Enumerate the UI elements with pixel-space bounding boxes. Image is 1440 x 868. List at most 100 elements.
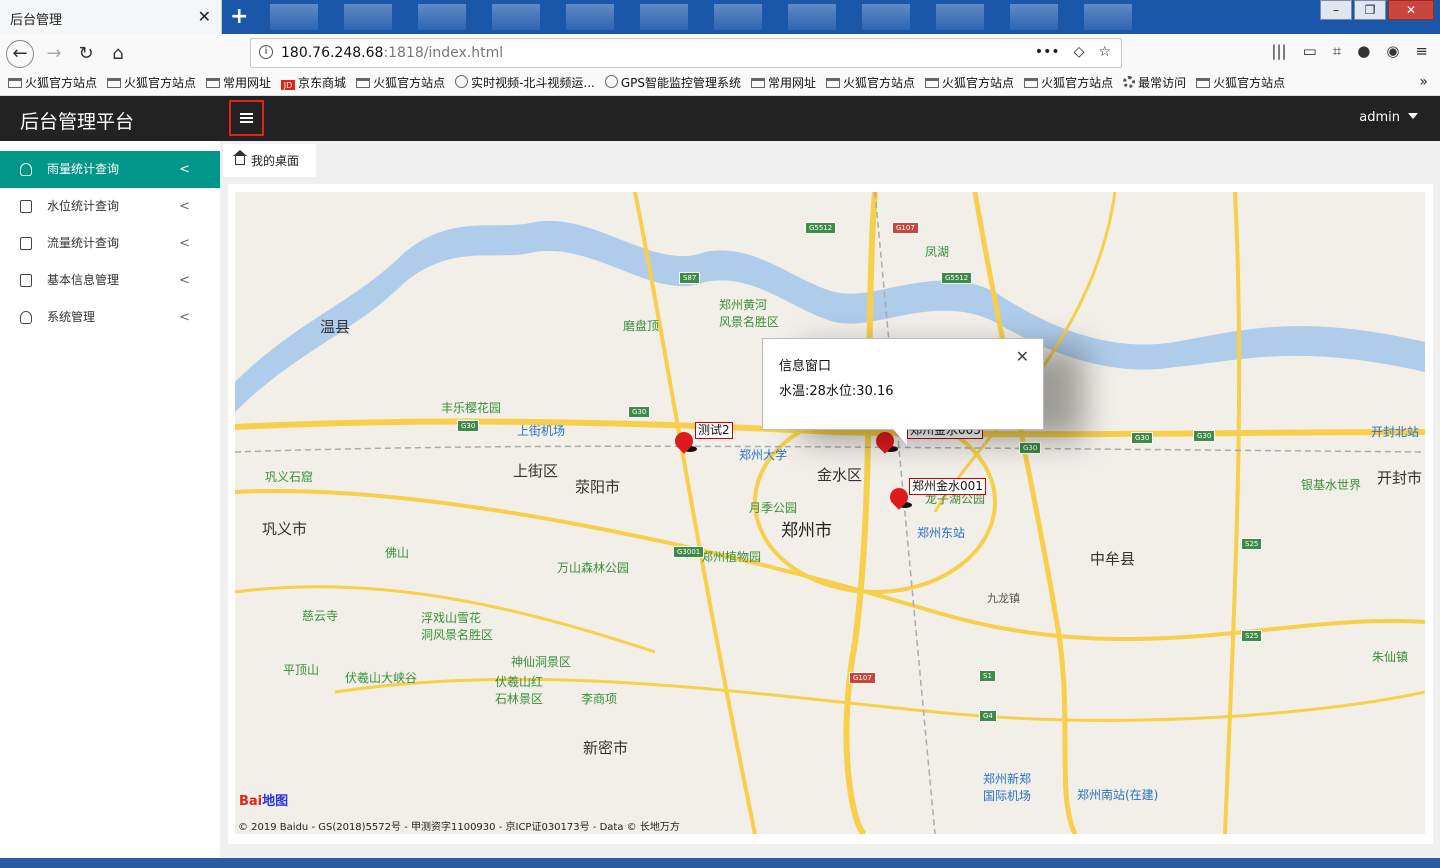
- bookmark-label: 最常访问: [1138, 76, 1187, 90]
- map-label-city: 新密市: [583, 739, 629, 757]
- map-marker[interactable]: [886, 484, 912, 510]
- map-poi: 郑州黄河 风景名胜区: [719, 298, 780, 329]
- map-poi: 浮戏山雪花 洞风景名胜区: [421, 611, 494, 642]
- menu-toggle-button[interactable]: [229, 100, 264, 136]
- sidebar-item[interactable]: 系统管理 <: [0, 299, 220, 336]
- map-poi: 月季公园: [749, 501, 798, 515]
- map-poi: 郑州大学: [739, 448, 788, 462]
- hamburger-menu-icon[interactable]: ≡: [1415, 42, 1428, 60]
- background-tab[interactable]: [1084, 4, 1132, 30]
- bookmark-item[interactable]: 火狐官方站点: [1024, 72, 1113, 94]
- document-icon: [20, 200, 32, 213]
- chevron-left-icon: <: [179, 162, 190, 177]
- sidebar-toggle-icon[interactable]: ▭: [1303, 42, 1317, 60]
- account-icon[interactable]: ◉: [1386, 42, 1399, 60]
- bookmark-item[interactable]: 火狐官方站点: [356, 72, 445, 94]
- folder-icon: [8, 78, 22, 88]
- background-tab[interactable]: [492, 4, 540, 30]
- bookmark-item[interactable]: 火狐官方站点: [1196, 72, 1285, 94]
- map-poi: 银基水世界: [1301, 478, 1362, 492]
- back-icon[interactable]: ←: [6, 40, 34, 68]
- map-marker[interactable]: [671, 428, 697, 454]
- marker-label[interactable]: 测试2: [695, 422, 733, 439]
- marker-label[interactable]: 郑州金水001: [909, 478, 986, 495]
- background-tab[interactable]: [270, 4, 318, 30]
- chat-icon[interactable]: ●: [1357, 42, 1370, 60]
- url-bar[interactable]: i 180.76.248.68:1818/index.html ••• ◇ ☆: [250, 38, 1122, 68]
- sidebar-item[interactable]: 流量统计查询 <: [0, 225, 220, 262]
- bookmarks-bar: 火狐官方站点 火狐官方站点 常用网址 JD 京东商城 火狐官方站点 实时视频-北斗视频运..…: [0, 72, 1440, 96]
- bookmark-item[interactable]: 火狐官方站点: [826, 72, 915, 94]
- background-tab[interactable]: [344, 4, 392, 30]
- chevron-left-icon: <: [179, 310, 190, 325]
- road-shield: G30: [1019, 442, 1042, 454]
- user-menu[interactable]: admin: [1359, 110, 1418, 125]
- map-label-city: 郑州市: [781, 521, 832, 541]
- forward-icon[interactable]: →: [40, 40, 68, 68]
- jd-icon: JD: [281, 80, 296, 90]
- background-tab[interactable]: [936, 4, 984, 30]
- background-tab[interactable]: [418, 4, 466, 30]
- person-icon: [20, 163, 32, 176]
- tab-my-desktop[interactable]: 我的桌面: [223, 144, 316, 177]
- bookmark-item[interactable]: JD 京东商城: [281, 72, 346, 94]
- map-marker[interactable]: [872, 428, 898, 454]
- bookmark-star-icon[interactable]: ☆: [1098, 44, 1111, 60]
- minimize-icon[interactable]: –: [1320, 0, 1352, 20]
- bookmark-item[interactable]: 实时视频-北斗视频运...: [455, 72, 595, 94]
- bookmark-label: 实时视频-北斗视频运...: [471, 76, 595, 90]
- map-label-district: 上街区: [513, 462, 559, 480]
- screenshot-icon[interactable]: ⌗: [1333, 42, 1341, 60]
- home-icon[interactable]: ⌂: [104, 40, 132, 68]
- road-shield: G4: [979, 710, 997, 722]
- background-tab[interactable]: [1010, 4, 1058, 30]
- sidebar-item[interactable]: 水位统计查询 <: [0, 188, 220, 225]
- bookmark-label: 火狐官方站点: [1041, 76, 1114, 90]
- sidebar-item-label: 系统管理: [47, 310, 96, 324]
- map-poi-airport: 郑州新郑 国际机场: [983, 772, 1032, 803]
- road-shield: S25: [1241, 538, 1263, 550]
- info-icon[interactable]: i: [259, 45, 273, 59]
- background-tab[interactable]: [566, 4, 614, 30]
- road-shield: G5512: [805, 222, 837, 234]
- bookmark-item[interactable]: 常用网址: [206, 72, 271, 94]
- road-shield: G5512: [941, 272, 973, 284]
- bookmark-item[interactable]: GPS智能监控管理系统: [604, 72, 742, 94]
- road-shield: G30: [1131, 432, 1154, 444]
- browser-tab[interactable]: 后台管理 ✕: [0, 0, 222, 34]
- baidu-map[interactable]: 郑州市 荥阳市 巩义市 中牟县 新密市 金水区 上街区 温县 开封市 银基水世界…: [235, 192, 1425, 834]
- reload-icon[interactable]: ↻: [72, 40, 100, 68]
- pocket-icon[interactable]: ◇: [1074, 44, 1085, 60]
- folder-icon: [925, 78, 940, 88]
- background-tab[interactable]: [714, 4, 762, 30]
- road-shield: G107: [849, 672, 876, 684]
- page-actions-icon[interactable]: •••: [1035, 44, 1060, 60]
- close-icon[interactable]: ✕: [1016, 347, 1029, 366]
- maximize-icon[interactable]: ❐: [1354, 0, 1386, 20]
- folder-icon: [1196, 78, 1211, 88]
- background-tab[interactable]: [640, 4, 688, 30]
- bookmark-item[interactable]: 火狐官方站点: [925, 72, 1014, 94]
- bookmark-item[interactable]: 最常访问: [1123, 72, 1186, 94]
- background-tab[interactable]: [862, 4, 910, 30]
- library-icon[interactable]: |||: [1271, 42, 1286, 60]
- bookmark-label: GPS智能监控管理系统: [620, 76, 742, 90]
- bookmark-item[interactable]: 火狐官方站点: [107, 72, 196, 94]
- new-tab-button[interactable]: +: [230, 4, 248, 29]
- sidebar-item[interactable]: 雨量统计查询 <: [0, 151, 220, 188]
- background-tab[interactable]: [788, 4, 836, 30]
- sidebar-item[interactable]: 基本信息管理 <: [0, 262, 220, 299]
- map-poi: 佛山: [385, 546, 410, 560]
- close-tab-icon[interactable]: ✕: [198, 7, 211, 26]
- road-shield: G3001: [673, 546, 705, 558]
- sidebar-item-label: 雨量统计查询: [47, 162, 120, 176]
- map-poi: 李商项: [581, 692, 618, 706]
- bookmarks-overflow-icon[interactable]: »: [1419, 74, 1428, 90]
- window-close-icon[interactable]: ✕: [1388, 0, 1434, 20]
- road-shield: G30: [457, 420, 480, 432]
- gear-icon: [1123, 76, 1136, 88]
- globe-icon: [604, 75, 618, 88]
- sidebar-item-label: 基本信息管理: [47, 273, 120, 287]
- bookmark-item[interactable]: 火狐官方站点: [8, 72, 97, 94]
- bookmark-item[interactable]: 常用网址: [751, 72, 816, 94]
